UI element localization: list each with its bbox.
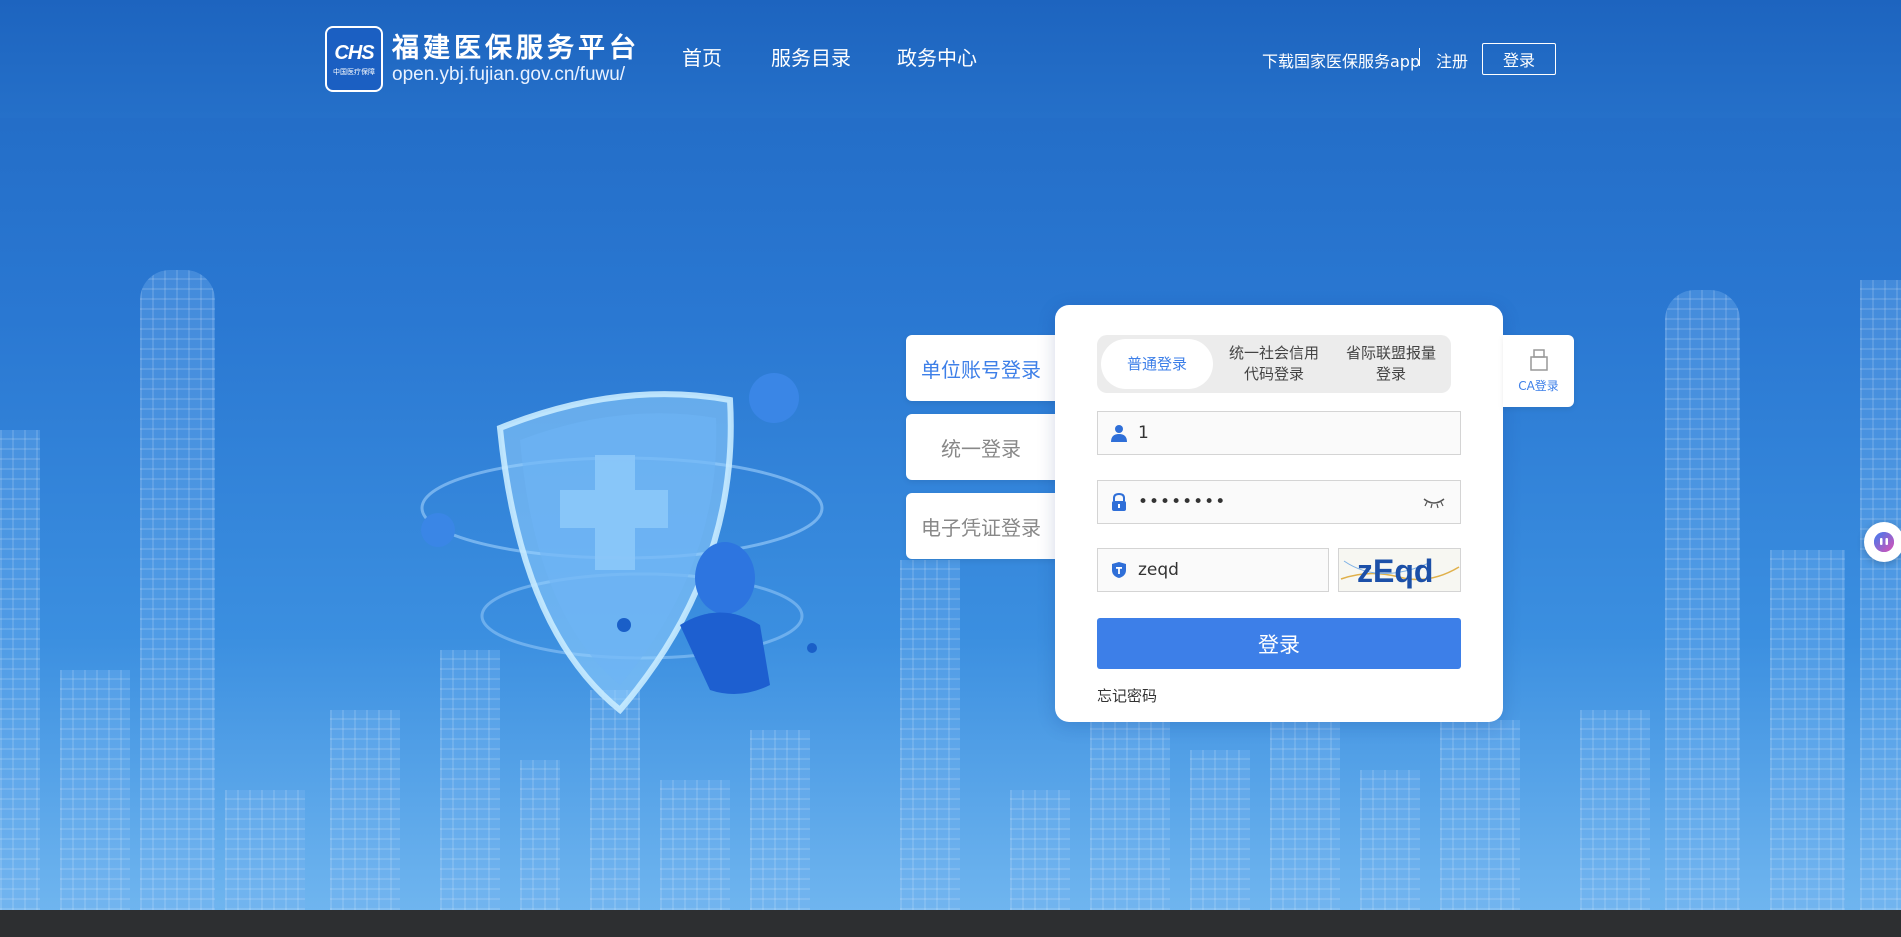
skyline-building [1010, 790, 1070, 910]
skyline-building [750, 730, 810, 910]
login-mode-switch: 普通登录 统一社会信用 代码登录 省际联盟报量 登录 [1097, 335, 1451, 393]
tab-e-credential-login[interactable]: 电子凭证登录 [906, 493, 1056, 559]
header-divider [1419, 48, 1420, 66]
header-login-button[interactable]: 登录 [1482, 43, 1556, 75]
skyline-building [330, 710, 400, 910]
skyline-building [1665, 290, 1740, 910]
download-app-link[interactable]: 下载国家医保服务app [1262, 48, 1420, 72]
skyline-building [225, 790, 305, 910]
skyline-building [900, 560, 960, 910]
skyline-building [1270, 700, 1340, 910]
chs-logo[interactable]: CHS 中国医疗保障 [325, 26, 383, 92]
skyline-building [520, 760, 560, 910]
captcha-input[interactable] [1138, 549, 1318, 591]
skyline-building [1090, 710, 1170, 910]
page-footer-bar [0, 910, 1901, 937]
login-card: 普通登录 统一社会信用 代码登录 省际联盟报量 登录 1 •••••••• ze… [1055, 305, 1503, 722]
eye-closed-icon[interactable] [1422, 495, 1446, 509]
logo-text: CHS [334, 41, 374, 64]
shield-illustration [420, 373, 824, 715]
mode-credit-code-login[interactable]: 统一社会信用 代码登录 [1218, 339, 1330, 389]
username-field [1097, 411, 1461, 455]
site-url: open.ybj.fujian.gov.cn/fuwu/ [392, 64, 626, 85]
captcha-image[interactable]: zEqd [1338, 548, 1461, 592]
logo-subtext: 中国医疗保障 [333, 67, 375, 76]
submit-login-button[interactable]: 登录 [1097, 618, 1461, 669]
usb-key-icon [1529, 348, 1548, 371]
skyline-building [660, 780, 730, 910]
password-field [1097, 480, 1461, 524]
skyline-building [1770, 550, 1845, 910]
mode-normal-login[interactable]: 普通登录 [1101, 339, 1213, 389]
nav-service-catalog[interactable]: 服务目录 [771, 42, 851, 71]
skyline-building [1860, 280, 1901, 910]
assistant-float-button[interactable] [1864, 522, 1901, 562]
forgot-password-link[interactable]: 忘记密码 [1097, 685, 1157, 706]
ca-login-tab[interactable]: CA登录 [1503, 335, 1574, 407]
captcha-field [1097, 548, 1329, 592]
assistant-icon [1874, 532, 1894, 552]
skyline-building [590, 690, 640, 910]
nav-home[interactable]: 首页 [682, 42, 722, 71]
tab-unit-account-login[interactable]: 单位账号登录 [906, 335, 1056, 401]
site-title: 福建医保服务平台 [392, 33, 640, 64]
tab-unified-login[interactable]: 统一登录 [906, 414, 1056, 480]
skyline-building [1360, 770, 1420, 910]
mode-label-line2: 登录 [1375, 365, 1406, 383]
captcha-graphic: zEqd [1339, 549, 1460, 591]
password-input[interactable] [1138, 481, 1398, 523]
skyline-building [1580, 710, 1650, 910]
skyline-building [1190, 750, 1250, 910]
skyline-building [60, 670, 130, 910]
ca-login-label: CA登录 [1518, 378, 1559, 393]
mode-label-line2: 代码登录 [1243, 365, 1304, 383]
mode-label: 省际联盟报量 [1345, 344, 1436, 362]
shield-icon [1112, 562, 1126, 578]
captcha-text: zEqd [1357, 553, 1433, 589]
username-input[interactable] [1138, 412, 1438, 454]
skyline-building [0, 430, 40, 910]
lock-icon [1112, 493, 1126, 511]
mode-label: 普通登录 [1126, 354, 1187, 373]
mode-alliance-login[interactable]: 省际联盟报量 登录 [1335, 339, 1447, 389]
skyline-building [140, 270, 215, 910]
skyline-building [1440, 720, 1520, 910]
site-header: CHS 中国医疗保障 福建医保服务平台 open.ybj.fujian.gov.… [0, 0, 1901, 118]
nav-government-center[interactable]: 政务中心 [897, 42, 977, 71]
register-link[interactable]: 注册 [1436, 48, 1468, 72]
mode-label: 统一社会信用 [1228, 344, 1319, 362]
user-icon [1111, 425, 1127, 442]
